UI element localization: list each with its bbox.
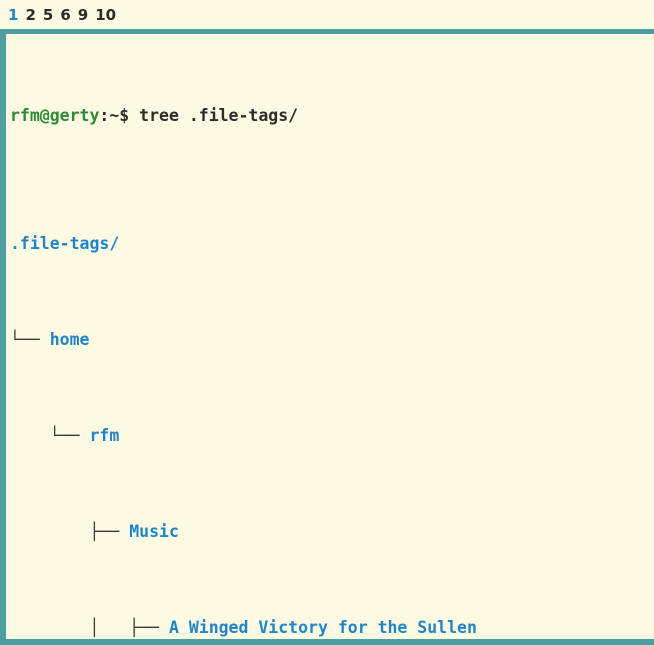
directory-name: .file-tags/ — [10, 234, 120, 253]
tree-line: .file-tags/ — [10, 228, 654, 260]
workspace-item-9[interactable]: 9 — [78, 6, 88, 24]
workspace-item-1[interactable]: 1 — [8, 6, 18, 24]
workspace-item-6[interactable]: 6 — [60, 6, 70, 24]
tree-line: ├── Music — [10, 516, 654, 548]
directory-name: rfm — [89, 426, 120, 445]
tree-line: └── home — [10, 324, 654, 356]
window-border-bottom — [0, 639, 654, 645]
tree-branch-prefix: ├── — [10, 522, 130, 541]
tree-branch-prefix: └── — [10, 426, 90, 445]
directory-name: home — [49, 330, 90, 349]
workspace-bar: 1 2 5 6 9 10 — [0, 0, 654, 29]
prompt-user-host: rfm@gerty — [10, 106, 100, 125]
tree-branch-prefix: └── — [10, 330, 50, 349]
prompt-suffix: :~$ — [99, 106, 140, 125]
prompt-line: rfm@gerty:~$ tree .file-tags/ — [10, 100, 654, 132]
workspace-item-10[interactable]: 10 — [95, 6, 116, 24]
workspace-item-2[interactable]: 2 — [25, 6, 35, 24]
directory-name: Music — [129, 522, 179, 541]
workspace-item-5[interactable]: 5 — [43, 6, 53, 24]
tree-branch-prefix: │ ├── — [10, 618, 169, 637]
tree-line: │ ├── A Winged Victory for the Sullen — [10, 612, 654, 639]
tree-line: └── rfm — [10, 420, 654, 452]
command-text: tree .file-tags/ — [139, 106, 299, 125]
terminal[interactable]: rfm@gerty:~$ tree .file-tags/ .file-tags… — [0, 34, 654, 639]
directory-name: A Winged Victory for the Sullen — [168, 618, 477, 637]
